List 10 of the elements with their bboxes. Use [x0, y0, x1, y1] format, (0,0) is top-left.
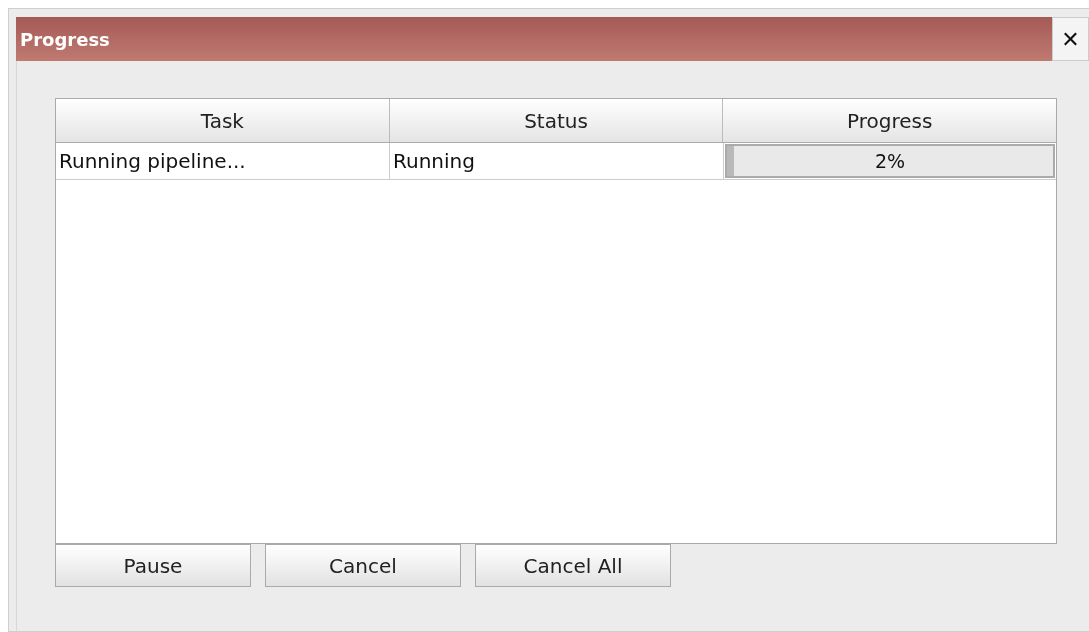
column-header[interactable]: Status [389, 99, 724, 142]
dialog-button[interactable]: Pause [55, 544, 251, 587]
table-cell: Running pipeline... [56, 143, 390, 179]
progress-label: 2% [874, 150, 906, 172]
window-title: Progress [20, 28, 110, 50]
dialog-button[interactable]: Cancel All [475, 544, 671, 587]
table-cell: Running [390, 143, 724, 179]
column-header[interactable]: Task [56, 99, 390, 142]
dialog-button[interactable]: Cancel [265, 544, 461, 587]
close-button[interactable]: ✕ [1052, 17, 1089, 61]
